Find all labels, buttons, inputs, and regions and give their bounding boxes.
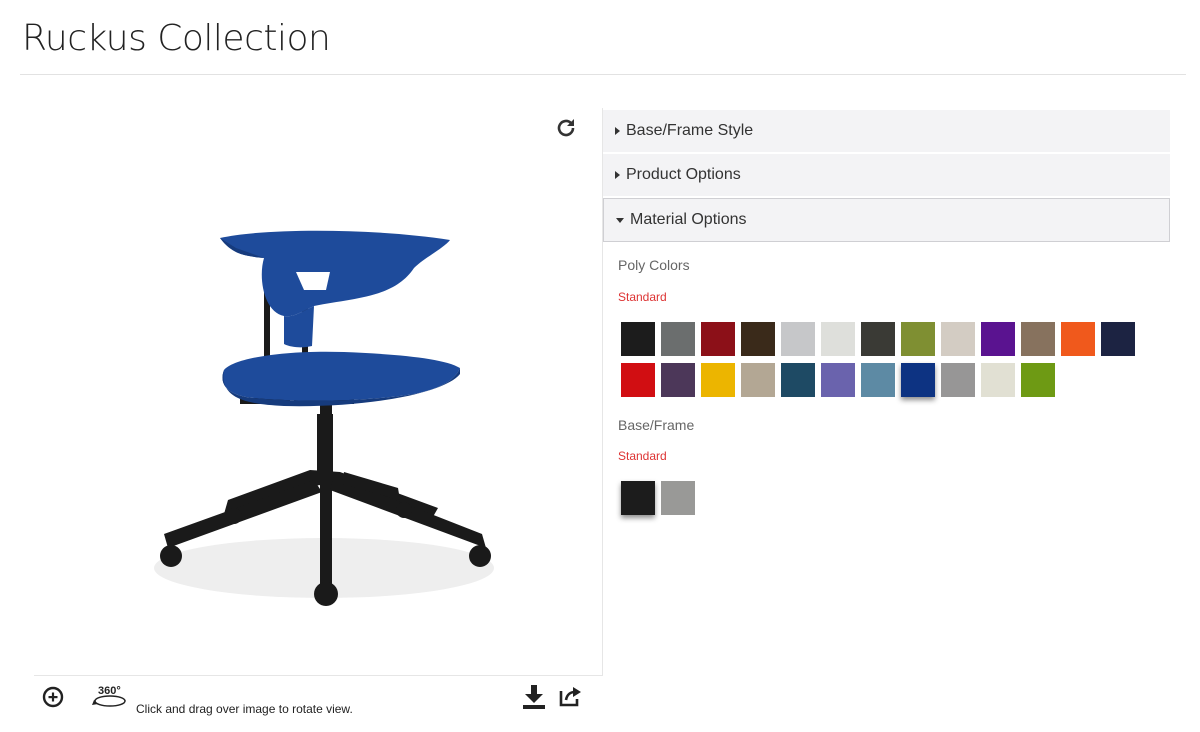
color-swatch[interactable]: [661, 481, 695, 515]
page-title: Ruckus Collection: [22, 18, 331, 59]
poly-color-swatches: [621, 322, 1135, 397]
color-swatch[interactable]: [941, 363, 975, 397]
base-frame-label: Base/Frame: [618, 417, 695, 433]
poly-colors-label: Poly Colors: [618, 257, 690, 273]
color-swatch[interactable]: [701, 322, 735, 356]
poly-standard-label: Standard: [618, 290, 667, 304]
color-swatch[interactable]: [621, 363, 655, 397]
product-viewer[interactable]: [34, 108, 603, 676]
color-swatch[interactable]: [861, 322, 895, 356]
color-swatch[interactable]: [821, 322, 855, 356]
color-swatch[interactable]: [901, 363, 935, 397]
caret-down-icon: [616, 217, 624, 223]
accordion-base-frame-style[interactable]: Base/Frame Style: [603, 110, 1170, 152]
color-swatch[interactable]: [1101, 322, 1135, 356]
chair-image[interactable]: [144, 218, 504, 618]
color-swatch[interactable]: [781, 322, 815, 356]
color-swatch[interactable]: [661, 322, 695, 356]
accordion-material-options[interactable]: Material Options: [603, 198, 1170, 242]
accordion-label: Product Options: [626, 166, 741, 183]
base-color-swatches: [621, 481, 1135, 515]
options-accordion: Base/Frame Style Product Options Materia…: [603, 110, 1170, 244]
color-swatch[interactable]: [621, 322, 655, 356]
color-swatch[interactable]: [1021, 363, 1055, 397]
accordion-label: Base/Frame Style: [626, 122, 754, 139]
rotate-hint: Click and drag over image to rotate view…: [136, 702, 353, 716]
color-swatch[interactable]: [741, 322, 775, 356]
rotate-360-icon: 360°: [92, 685, 126, 707]
color-swatch[interactable]: [941, 322, 975, 356]
spin-badge-text: 360°: [98, 685, 121, 697]
color-swatch[interactable]: [621, 481, 655, 515]
accordion-label: Material Options: [630, 211, 747, 228]
color-swatch[interactable]: [661, 363, 695, 397]
download-icon[interactable]: [522, 684, 546, 710]
color-swatch[interactable]: [1021, 322, 1055, 356]
accordion-product-options[interactable]: Product Options: [603, 154, 1170, 196]
viewer-toolbar: 360° Click and drag over image to rotate…: [34, 682, 603, 722]
color-swatch[interactable]: [781, 363, 815, 397]
zoom-in-icon[interactable]: [42, 686, 64, 708]
color-swatch[interactable]: [701, 363, 735, 397]
color-swatch[interactable]: [741, 363, 775, 397]
title-divider: [20, 74, 1186, 75]
base-standard-label: Standard: [618, 449, 667, 463]
color-swatch[interactable]: [981, 363, 1015, 397]
color-swatch[interactable]: [861, 363, 895, 397]
color-swatch[interactable]: [821, 363, 855, 397]
caret-right-icon: [615, 127, 620, 135]
reset-rotation-icon[interactable]: [554, 116, 578, 140]
color-swatch[interactable]: [1061, 322, 1095, 356]
color-swatch[interactable]: [901, 322, 935, 356]
color-swatch[interactable]: [981, 322, 1015, 356]
share-icon[interactable]: [558, 684, 582, 708]
caret-right-icon: [615, 171, 620, 179]
